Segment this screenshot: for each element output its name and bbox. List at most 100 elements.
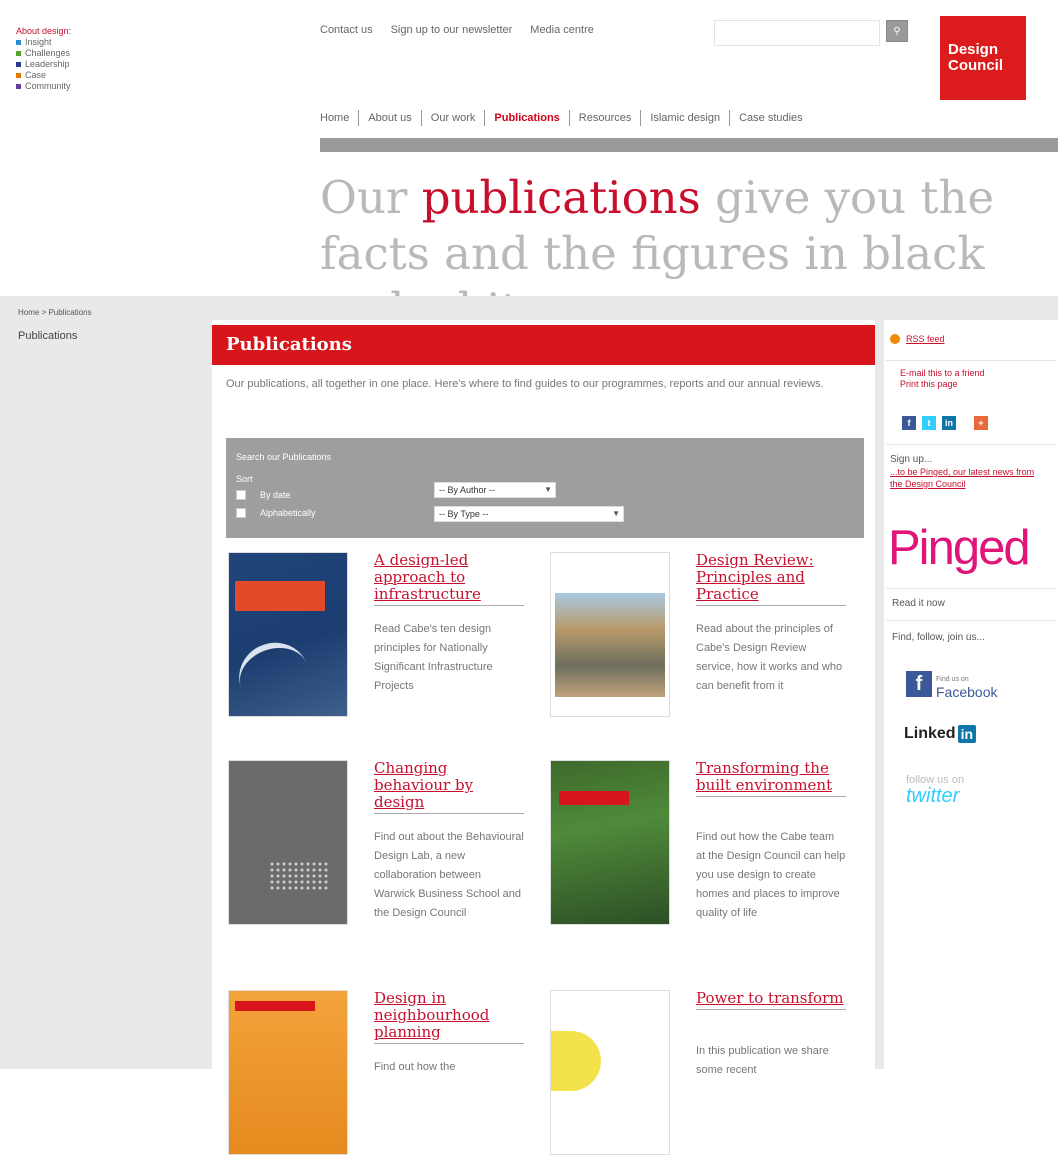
legend-item-label: Case (25, 70, 47, 80)
publication-item: Transforming the built environment Find … (550, 760, 870, 940)
signup-title: Sign up... (890, 454, 933, 465)
linkedin-share-icon[interactable]: in (942, 416, 956, 430)
publication-cover[interactable] (228, 552, 348, 717)
signup-link[interactable]: ...to be Pinged, our latest news from th… (890, 466, 1040, 490)
author-select[interactable]: -- By Author -- ▼ (434, 482, 556, 498)
cover-band (559, 791, 629, 805)
rss-feed-link[interactable]: RSS feed (890, 334, 945, 344)
select-value: -- By Author -- (439, 485, 496, 495)
follow-us-heading: Find, follow, join us... (892, 632, 985, 643)
divider (886, 588, 1056, 589)
contact-us-link[interactable]: Contact us (320, 24, 373, 36)
legend-item[interactable]: Leadership (16, 59, 71, 70)
utility-links: Contact us Sign up to our newsletter Med… (320, 24, 594, 36)
facebook-small-text: Find us on (936, 676, 969, 683)
publication-description: Find out how the Cabe team at the Design… (696, 831, 846, 919)
cover-dots (269, 861, 329, 891)
publication-description: Read Cabe's ten design principles for Na… (374, 623, 493, 692)
publication-cover[interactable] (550, 760, 670, 925)
read-now-link[interactable]: Read it now (892, 598, 945, 609)
publication-item: Design in neighbourhood planning Find ou… (228, 990, 548, 1170)
chevron-down-icon: ▼ (544, 485, 552, 494)
divider (886, 620, 1056, 621)
publication-description: In this publication we share some recent (696, 1045, 829, 1076)
publication-item: Power to transform In this publication w… (550, 990, 870, 1170)
main-navigation: Home About us Our work Publications Reso… (320, 110, 812, 126)
search-input[interactable] (714, 20, 880, 46)
hero-text-pre: Our (320, 171, 422, 224)
breadcrumb[interactable]: Home > Publications (18, 308, 92, 317)
legend-item[interactable]: Challenges (16, 48, 71, 59)
legend-item-label: Leadership (25, 59, 70, 69)
publication-title-link[interactable]: Power to transform (696, 990, 846, 1010)
option-label: Alphabetically (260, 508, 316, 518)
publication-title-link[interactable]: Changing behaviour by design (374, 760, 524, 814)
nav-publications[interactable]: Publications (484, 110, 568, 126)
main-content: Publications Our publications, all toget… (212, 320, 875, 1155)
pinged-logo[interactable]: Pinged (888, 520, 1031, 576)
share-links: E-mail this to a friend Print this page (900, 368, 985, 390)
sort-alphabetically-option[interactable]: Alphabetically (236, 508, 316, 518)
filter-title: Search our Publications (236, 452, 332, 462)
left-section-title: Publications (18, 330, 78, 342)
option-label: By date (260, 490, 291, 500)
design-council-logo[interactable]: Design Council (940, 16, 1026, 100)
legend-item[interactable]: Insight (16, 37, 71, 48)
nav-divider-bar (320, 138, 1058, 152)
publication-description: Find out how the (374, 1061, 456, 1073)
bullet-icon (16, 40, 21, 45)
twitter-link[interactable]: follow us on twitter (906, 772, 964, 806)
type-select[interactable]: -- By Type -- ▼ (434, 506, 624, 522)
rss-icon (890, 334, 900, 344)
cover-band (235, 581, 325, 611)
linkedin-text: Linked (904, 725, 956, 742)
share-plus-icon[interactable]: + (974, 416, 988, 430)
legend-item-label: Community (25, 81, 71, 91)
bullet-icon (16, 51, 21, 56)
email-friend-link[interactable]: E-mail this to a friend (900, 368, 985, 379)
linkedin-link[interactable]: Linked in (904, 725, 977, 743)
chevron-down-icon: ▼ (612, 509, 620, 518)
publication-title-link[interactable]: Design in neighbourhood planning (374, 990, 524, 1044)
publication-filter-panel: Search our Publications Sort By date Alp… (226, 438, 864, 538)
print-page-link[interactable]: Print this page (900, 379, 985, 390)
bridge-graphic (229, 633, 319, 716)
search-icon: ⚲ (893, 25, 901, 37)
facebook-text: Facebook (936, 684, 998, 700)
publication-title-link[interactable]: Design Review: Principles and Practice (696, 552, 846, 606)
publication-cover[interactable] (228, 990, 348, 1155)
nav-islamic-design[interactable]: Islamic design (640, 110, 729, 126)
nav-about-us[interactable]: About us (358, 110, 420, 126)
publication-title-link[interactable]: A design-led approach to infrastructure (374, 552, 524, 606)
publication-cover[interactable] (228, 760, 348, 925)
right-sidebar: RSS feed E-mail this to a friend Print t… (884, 320, 1058, 1069)
twitter-share-icon[interactable]: t (922, 416, 936, 430)
checkbox[interactable] (236, 490, 246, 500)
bullet-icon (16, 84, 21, 89)
page-title: Publications (212, 325, 875, 365)
cover-shape (551, 1031, 601, 1091)
newsletter-signup-link[interactable]: Sign up to our newsletter (391, 24, 513, 36)
publication-title-link[interactable]: Transforming the built environment (696, 760, 846, 797)
legend-title: About design: (16, 26, 72, 36)
checkbox[interactable] (236, 508, 246, 518)
select-value: -- By Type -- (439, 509, 489, 519)
facebook-share-icon[interactable]: f (902, 416, 916, 430)
facebook-link[interactable]: f Find us on Facebook (906, 670, 998, 700)
legend-item[interactable]: Case (16, 70, 71, 81)
publication-cover[interactable] (550, 990, 670, 1155)
newsletter-signup: Sign up... ...to be Pinged, our latest n… (890, 454, 1040, 490)
legend-item-label: Insight (25, 37, 52, 47)
nav-case-studies[interactable]: Case studies (729, 110, 812, 126)
publication-item: Changing behaviour by design Find out ab… (228, 760, 548, 940)
nav-our-work[interactable]: Our work (420, 110, 485, 126)
media-centre-link[interactable]: Media centre (530, 24, 594, 36)
publication-cover[interactable] (550, 552, 670, 717)
search-button[interactable]: ⚲ (886, 20, 908, 42)
nav-home[interactable]: Home (320, 110, 358, 126)
legend-item[interactable]: Community (16, 81, 71, 92)
sort-by-date-option[interactable]: By date (236, 490, 291, 500)
cover-band (235, 1001, 315, 1011)
nav-resources[interactable]: Resources (568, 110, 641, 126)
publication-description: Read about the principles of Cabe's Desi… (696, 623, 843, 692)
